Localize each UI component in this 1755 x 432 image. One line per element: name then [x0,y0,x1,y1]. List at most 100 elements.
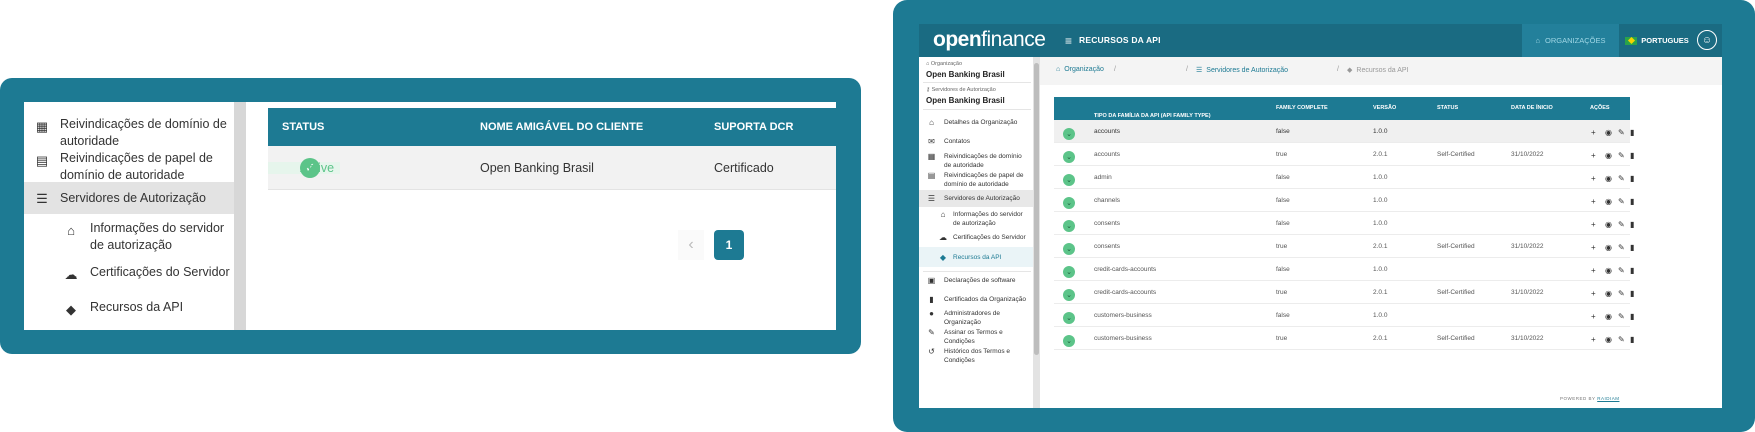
sidebar-item-server-info[interactable]: ⌂ Informações do servidor de autorização [24,220,234,254]
delete-icon[interactable]: ▮ [1630,335,1634,344]
add-icon[interactable]: + [1591,312,1596,321]
sidebar-item-server-info[interactable]: ⌂ Informações do servidor de autorização [919,210,1033,228]
view-icon[interactable]: ◉ [1605,312,1612,321]
expand-chevron-icon[interactable]: ⌄ [1063,311,1075,324]
sidebar-item-api-resources[interactable]: ◆ Recursos da API [919,247,1033,267]
expand-chevron-icon[interactable]: ⌄ [1063,150,1075,163]
view-icon[interactable]: ◉ [1605,335,1612,344]
add-icon[interactable]: + [1591,174,1596,183]
breadcrumb-organization[interactable]: ⌂ Organização [1056,66,1104,73]
view-icon[interactable]: ◉ [1605,243,1612,252]
right-main-content: ⌂ Organização / / ☰ Servidores de Autoriza… [1040,57,1722,408]
sidebar-item-server-certs[interactable]: ☁ Certificações do Servidor [24,264,234,283]
table-row[interactable]: ⌄ customers-business true 2.0.1 Self-Certifi… [1054,327,1634,350]
view-icon[interactable]: ◉ [1605,266,1612,275]
delete-icon[interactable]: ▮ [1630,128,1634,137]
sidebar-item-org-details[interactable]: ⌂ Detalhes da Organização [919,118,1033,130]
add-icon[interactable]: + [1591,151,1596,160]
table-row[interactable]: ⌄ consents true 2.0.1 Self-Certified 31/10/20… [1054,235,1634,258]
sidebar-item-api-resources[interactable]: ◆ Recursos da API [24,299,234,318]
sidebar-item-server-certs[interactable]: ☁ Certificações do Servidor [919,233,1033,245]
delete-icon[interactable]: ▮ [1630,220,1634,229]
table-row[interactable]: ⌄ accounts false 1.0.0 + ◉ ✎ ▮ [1054,120,1634,143]
sidebar-item-contacts[interactable]: ✉ Contatos [919,137,1033,149]
user-avatar-icon[interactable]: ☺ [1697,30,1717,50]
add-icon[interactable]: + [1591,243,1596,252]
edit-icon[interactable]: ✎ [1618,151,1625,160]
sidebar-item-org-admins[interactable]: ● Administradores de Organização [919,309,1033,327]
delete-icon[interactable]: ▮ [1630,243,1634,252]
sidebar-item-domain-claims[interactable]: ▦ Reivindicações de domínio de autoridade [919,152,1033,170]
table-row[interactable]: ⌄ admin false 1.0.0 + ◉ ✎ ▮ [1054,166,1634,189]
family-cell: customers-business [1094,334,1152,342]
sidebar-scrollbar[interactable] [1033,57,1040,408]
edit-icon[interactable]: ✎ [1618,289,1625,298]
expand-chevron-icon[interactable]: ⌄ [1063,173,1075,186]
raidiam-link[interactable]: RAIDIAM [1597,396,1619,401]
sidebar-item-role-claims[interactable]: ▤ Reivindicações de papel de domínio de … [24,150,234,184]
add-icon[interactable]: + [1591,289,1596,298]
language-selector[interactable]: PORTUGUES [1619,24,1695,57]
add-icon[interactable]: + [1591,128,1596,137]
view-icon[interactable]: ◉ [1605,289,1612,298]
add-icon[interactable]: + [1591,266,1596,275]
view-icon[interactable]: ◉ [1605,128,1612,137]
sidebar-item-software-statements[interactable]: ▣ Declarações de software [919,276,1033,288]
expand-chevron-icon[interactable]: ⌄ [1063,127,1075,140]
add-icon[interactable]: + [1591,197,1596,206]
view-icon[interactable]: ◉ [1605,151,1612,160]
pagination-page-1-button[interactable]: 1 [714,230,744,260]
view-icon[interactable]: ◉ [1605,220,1612,229]
table-row[interactable]: ⌄ accounts true 2.0.1 Self-Certified 31/10/20… [1054,143,1634,166]
table-row[interactable]: ⌄ credit-cards-accounts true 2.0.1 Self-Cert… [1054,281,1634,304]
sidebar-item-sign-terms[interactable]: ✎ Assinar os Termos e Condições [919,328,1033,346]
edit-icon[interactable]: ✎ [1618,174,1625,183]
context-value-organization: Open Banking Brasil [926,70,1005,79]
column-header-status: STATUS [282,121,325,133]
delete-icon[interactable]: ▮ [1630,266,1634,275]
add-icon[interactable]: + [1591,335,1596,344]
delete-icon[interactable]: ▮ [1630,312,1634,321]
table-row[interactable]: ✓ Active Open Banking Brasil Certificado [268,146,836,190]
table-row[interactable]: ⌄ customers-business false 1.0.0 + ◉ ✎ ▮ [1054,304,1634,327]
expand-chevron-icon[interactable]: ⌄ [1063,334,1075,347]
breadcrumb: ⌂ Organização / / ☰ Servidores de Autoriza… [1040,57,1722,85]
left-sidebar-scrollbar[interactable] [234,102,246,330]
add-icon[interactable]: + [1591,220,1596,229]
expand-chevron-icon[interactable]: ⌄ [1063,219,1075,232]
delete-icon[interactable]: ▮ [1630,151,1634,160]
table-row[interactable]: ⌄ consents false 1.0.0 + ◉ ✎ ▮ [1054,212,1634,235]
expand-chevron-icon[interactable]: ⌄ [1063,265,1075,278]
menu-icon[interactable]: ≡ [1065,34,1072,48]
edit-icon[interactable]: ✎ [1618,266,1625,275]
view-icon[interactable]: ◉ [1605,197,1612,206]
scrollbar-thumb[interactable] [1034,63,1039,355]
sidebar-item-terms-history[interactable]: ↺ Histórico dos Termos e Condições [919,347,1033,365]
table-row[interactable]: ⌄ channels false 1.0.0 + ◉ ✎ ▮ [1054,189,1634,212]
sidebar-item-role-claims[interactable]: ▤ Reivindicações de papel de domínio de a… [919,171,1033,189]
family-cell: accounts [1094,150,1121,158]
edit-icon[interactable]: ✎ [1618,312,1625,321]
breadcrumb-auth-servers[interactable]: ☰ Servidores de Autorização [1196,66,1288,75]
edit-icon[interactable]: ✎ [1618,335,1625,344]
expand-chevron-icon[interactable]: ⌄ [1063,288,1075,301]
sidebar-item-label: Servidores de Autorização [944,195,1020,202]
expand-chevron-icon[interactable]: ⌄ [1063,196,1075,209]
expand-chevron-icon[interactable]: ⌄ [1063,242,1075,255]
edit-icon[interactable]: ✎ [1618,243,1625,252]
delete-icon[interactable]: ▮ [1630,289,1634,298]
sidebar-item-domain-claims[interactable]: ▦ Reivindicações de domínio de autoridad… [24,116,234,150]
sidebar-item-org-certificates[interactable]: ▮ Certificados da Organização [919,295,1033,307]
edit-icon[interactable]: ✎ [1618,197,1625,206]
openfinance-logo[interactable]: openfinance [933,28,1046,52]
delete-icon[interactable]: ▮ [1630,197,1634,206]
sidebar-item-auth-servers[interactable]: ☰ Servidores de Autorização [24,182,234,214]
edit-icon[interactable]: ✎ [1618,128,1625,137]
pagination-prev-button[interactable]: ‹ [678,230,704,260]
edit-icon[interactable]: ✎ [1618,220,1625,229]
sidebar-item-auth-servers[interactable]: ☰ Servidores de Autorização [919,190,1033,207]
organizations-button[interactable]: ⌂ ORGANIZAÇÕES [1522,24,1619,57]
view-icon[interactable]: ◉ [1605,174,1612,183]
table-row[interactable]: ⌄ credit-cards-accounts false 1.0.0 + ◉ ✎ ▮ [1054,258,1634,281]
delete-icon[interactable]: ▮ [1630,174,1634,183]
